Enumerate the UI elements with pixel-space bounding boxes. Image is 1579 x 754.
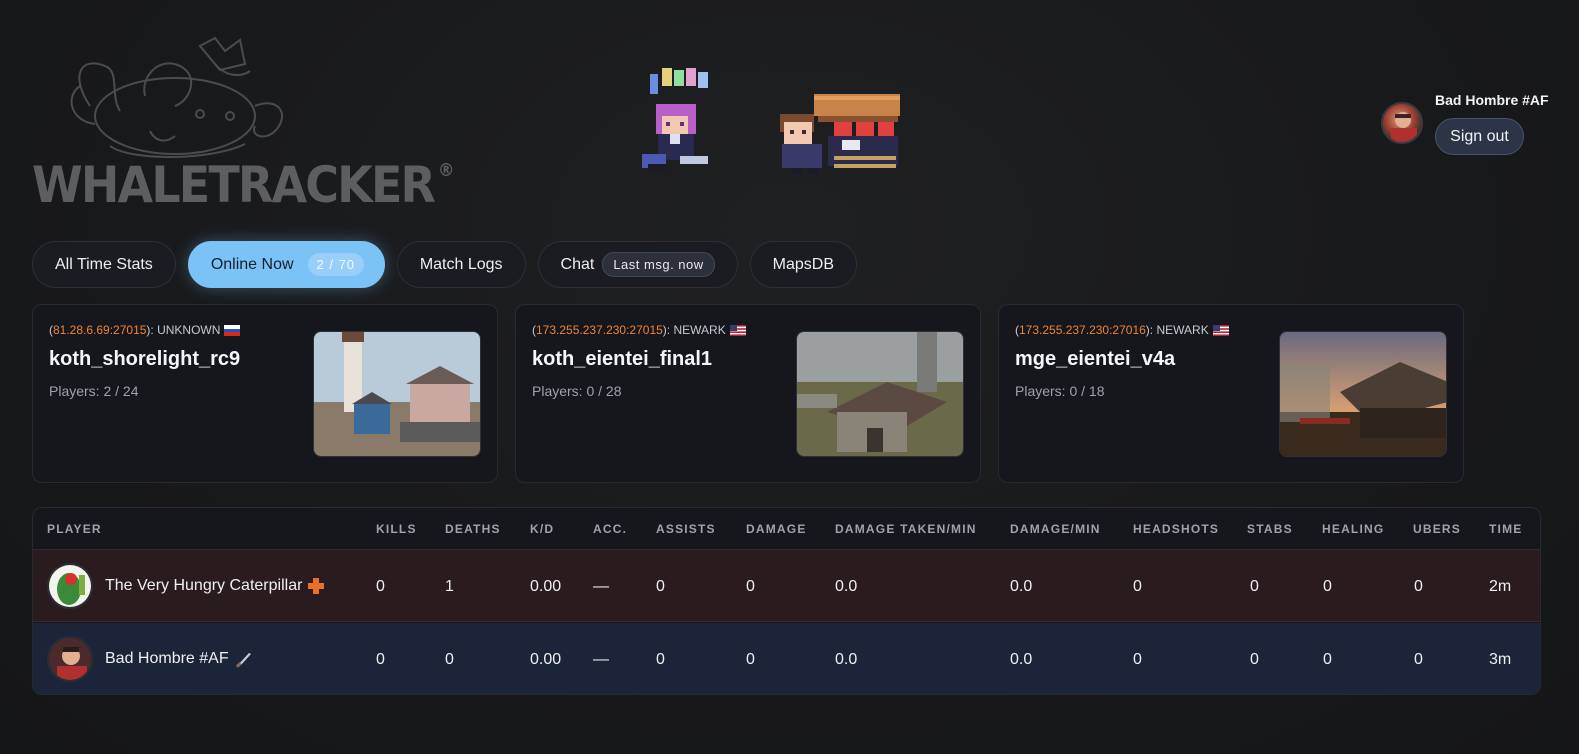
tab-online-now[interactable]: Online Now 2 / 70 <box>187 241 385 288</box>
col-ubers[interactable]: UBERS <box>1413 522 1461 536</box>
server-ip[interactable]: 81.28.6.69:27015 <box>53 323 146 337</box>
time-cell: 2m <box>1489 578 1512 595</box>
col-healing[interactable]: HEALING <box>1322 522 1384 536</box>
medic-cross-icon <box>308 578 325 594</box>
map-name: koth_eientei_final1 <box>532 348 713 370</box>
server-address: (173.255.237.230:27015): NEWARK <box>532 323 746 337</box>
col-damage-taken-min[interactable]: DAMAGE TAKEN/MIN <box>835 522 977 536</box>
stabs-cell: 0 <box>1250 651 1259 668</box>
healing-cell: 0 <box>1323 578 1332 595</box>
tab-label: Online Now <box>210 255 294 273</box>
damage-taken-min-cell: 0.0 <box>835 651 858 668</box>
col-damage-min[interactable]: DAMAGE/MIN <box>1010 522 1101 536</box>
kills-cell: 0 <box>376 651 385 668</box>
pixel-character-sprite <box>642 68 708 172</box>
col-assists[interactable]: ASSISTS <box>656 522 716 536</box>
logo[interactable]: WHALETRACKER ® <box>30 36 454 214</box>
pixel-vendor-sprite <box>780 94 900 174</box>
table-header: PLAYER KILLS DEATHS K/D ACC. ASSISTS DAM… <box>33 508 1540 550</box>
damage-min-cell: 0.0 <box>1010 578 1033 595</box>
player-count: Players: 0 / 18 <box>1015 383 1105 399</box>
stabs-cell: 0 <box>1250 578 1259 595</box>
us-flag-icon <box>729 324 746 336</box>
russia-flag-icon <box>224 324 241 336</box>
deaths-cell: 0 <box>445 651 454 668</box>
ubers-cell: 0 <box>1414 578 1423 595</box>
damage-cell: 0 <box>746 578 755 595</box>
server-list: (81.28.6.69:27015): UNKNOWN koth_shoreli… <box>32 304 1464 483</box>
col-damage[interactable]: DAMAGE <box>746 522 807 536</box>
logo-wordmark: WHALETRACKER ® <box>32 156 455 214</box>
damage-min-cell: 0.0 <box>1010 651 1033 668</box>
server-card[interactable]: (173.255.237.230:27016): NEWARK mge_eien… <box>998 304 1464 483</box>
assists-cell: 0 <box>656 578 665 595</box>
col-kills[interactable]: KILLS <box>376 522 417 536</box>
player-name-cell: The Very Hungry Caterpillar <box>105 577 325 595</box>
server-ip[interactable]: 173.255.237.230:27016 <box>1019 323 1146 337</box>
tab-match-logs[interactable]: Match Logs <box>396 241 526 288</box>
whale-mascot-icon <box>70 36 284 158</box>
kills-cell: 0 <box>376 578 385 595</box>
player-count: Players: 2 / 24 <box>49 383 139 399</box>
col-deaths[interactable]: DEATHS <box>445 522 501 536</box>
player-name[interactable]: Bad Hombre #AF <box>105 650 229 668</box>
healing-cell: 0 <box>1323 651 1332 668</box>
player-avatar[interactable] <box>47 563 93 609</box>
map-name: koth_shorelight_rc9 <box>49 348 241 370</box>
tab-all-time-stats[interactable]: All Time Stats <box>32 241 176 288</box>
headshots-cell: 0 <box>1133 578 1142 595</box>
map-name: mge_eientei_v4a <box>1015 348 1176 370</box>
map-thumbnail <box>1279 331 1447 457</box>
avatar[interactable] <box>1381 102 1423 144</box>
tab-label: Chat <box>560 255 595 273</box>
server-address: (81.28.6.69:27015): UNKNOWN <box>49 323 241 337</box>
tab-label: All Time Stats <box>55 255 153 273</box>
table-row[interactable]: The Very Hungry Caterpillar 0 1 0.00 — 0… <box>33 550 1540 622</box>
server-card[interactable]: (173.255.237.230:27015): NEWARK koth_eie… <box>515 304 981 483</box>
tab-chat[interactable]: Chat Last msg. now <box>537 241 738 288</box>
server-location: NEWARK <box>1156 323 1209 337</box>
knife-icon <box>235 653 251 668</box>
damage-taken-min-cell: 0.0 <box>835 578 858 595</box>
server-card[interactable]: (81.28.6.69:27015): UNKNOWN koth_shoreli… <box>32 304 498 483</box>
nav-tabs: All Time Stats Online Now 2 / 70 Match L… <box>32 241 858 288</box>
headshots-cell: 0 <box>1133 651 1142 668</box>
col-stabs[interactable]: STABS <box>1247 522 1293 536</box>
col-kd[interactable]: K/D <box>530 522 554 536</box>
tab-mapsdb[interactable]: MapsDB <box>749 241 858 288</box>
us-flag-icon <box>1212 324 1229 336</box>
player-count: Players: 0 / 28 <box>532 383 622 399</box>
map-thumbnail <box>313 331 481 457</box>
assists-cell: 0 <box>656 651 665 668</box>
ubers-cell: 0 <box>1414 651 1423 668</box>
tab-label: MapsDB <box>772 255 835 273</box>
tab-label: Match Logs <box>419 255 503 273</box>
server-address: (173.255.237.230:27016): NEWARK <box>1015 323 1229 337</box>
server-location: UNKNOWN <box>157 323 221 337</box>
server-ip[interactable]: 173.255.237.230:27015 <box>536 323 663 337</box>
table-row[interactable]: Bad Hombre #AF 0 0 0.00 — 0 0 0.0 0.0 0 … <box>33 623 1540 694</box>
player-avatar[interactable] <box>47 636 93 682</box>
damage-cell: 0 <box>746 651 755 668</box>
kd-cell: 0.00 <box>530 651 562 668</box>
user-panel: Bad Hombre #AF Sign out <box>1373 92 1553 162</box>
kd-cell: 0.00 <box>530 578 562 595</box>
username: Bad Hombre #AF <box>1435 92 1549 108</box>
player-name-cell: Bad Hombre #AF <box>105 650 253 668</box>
accuracy-cell: — <box>593 578 609 595</box>
col-time[interactable]: TIME <box>1489 522 1522 536</box>
col-accuracy[interactable]: ACC. <box>593 522 627 536</box>
deaths-cell: 1 <box>445 578 454 595</box>
players-table: PLAYER KILLS DEATHS K/D ACC. ASSISTS DAM… <box>32 507 1541 695</box>
map-thumbnail <box>796 331 964 457</box>
col-headshots[interactable]: HEADSHOTS <box>1133 522 1219 536</box>
player-name[interactable]: The Very Hungry Caterpillar <box>105 577 302 595</box>
sign-out-button[interactable]: Sign out <box>1435 118 1524 155</box>
last-message-badge: Last msg. now <box>602 252 715 277</box>
player-count-badge: 2 / 70 <box>307 253 365 276</box>
server-location: NEWARK <box>673 323 726 337</box>
time-cell: 3m <box>1489 651 1512 668</box>
col-player[interactable]: PLAYER <box>47 522 102 536</box>
accuracy-cell: — <box>593 651 609 668</box>
